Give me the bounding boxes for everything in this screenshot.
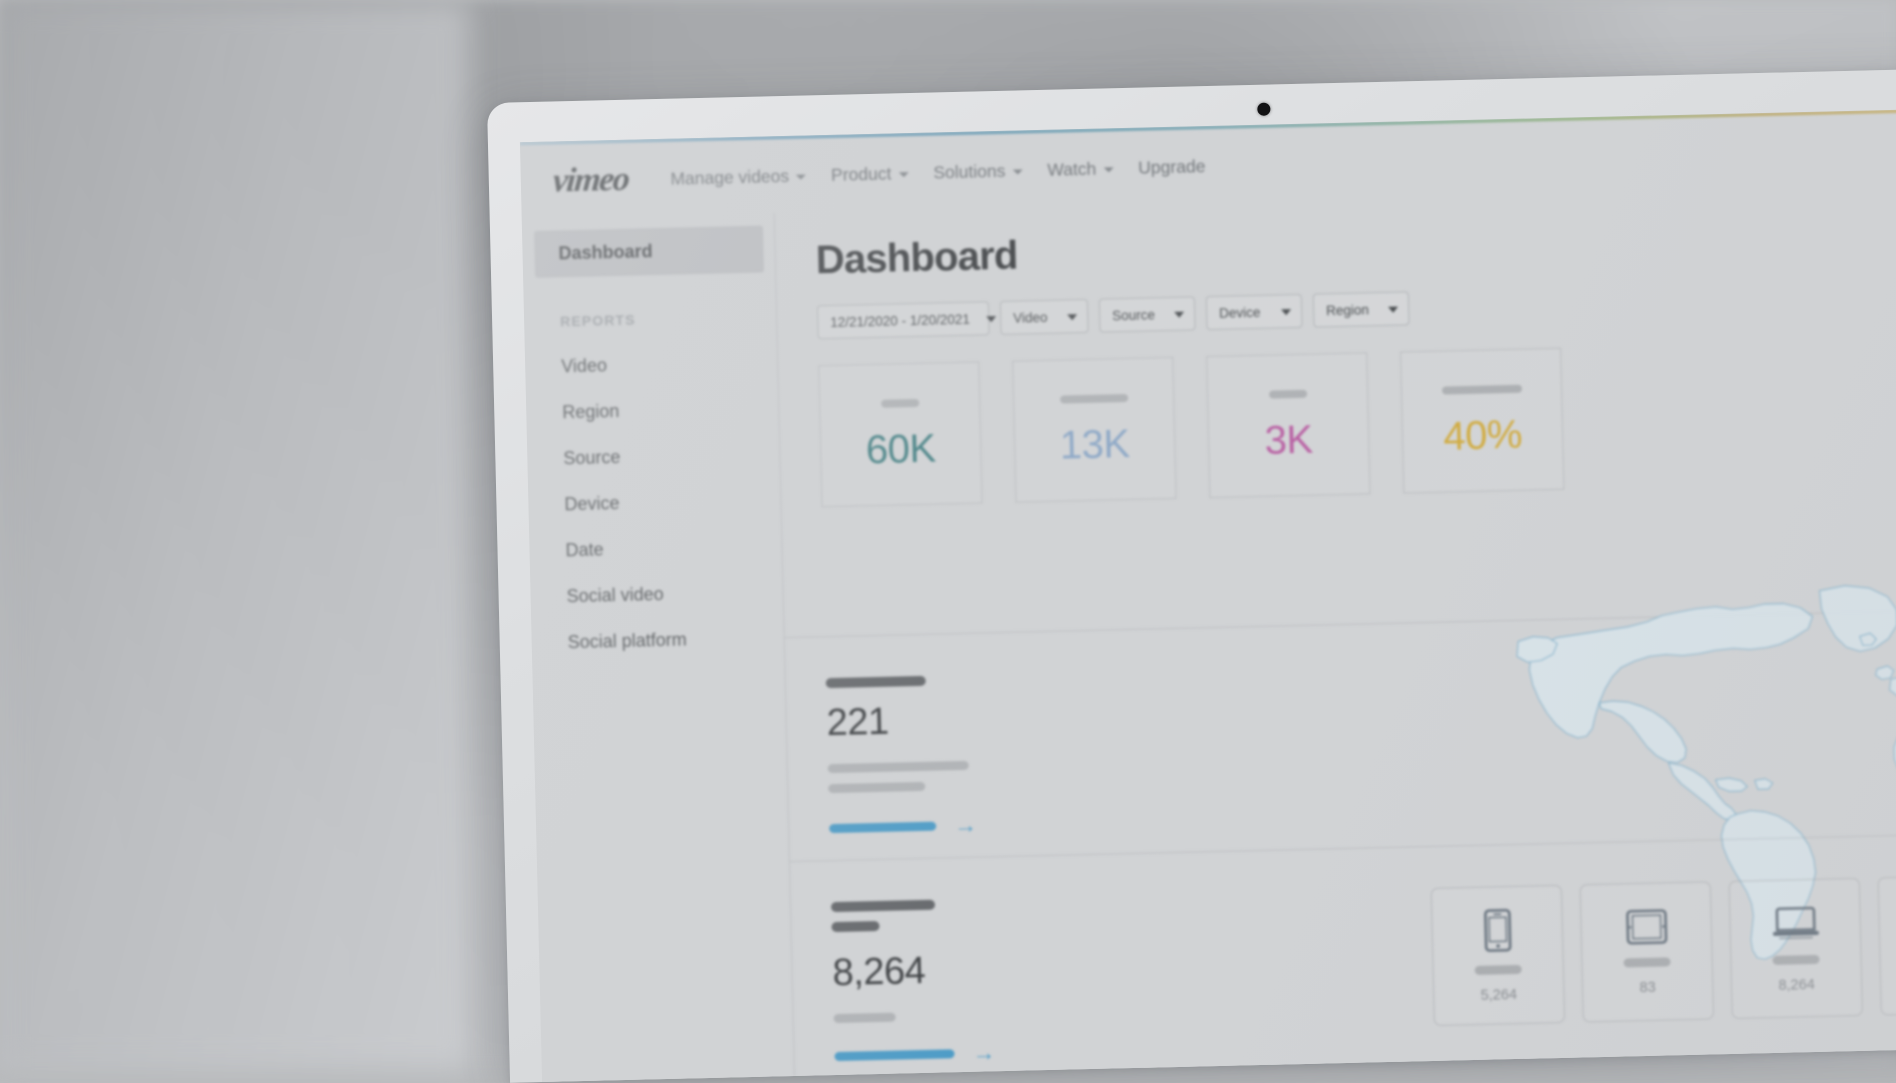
mobile-phone-icon bbox=[1482, 908, 1513, 953]
sidebar-item-dashboard[interactable]: Dashboard bbox=[534, 226, 764, 278]
sidebar-item-label: Social platform bbox=[567, 629, 687, 653]
arrow-right-icon[interactable]: → bbox=[972, 1041, 996, 1065]
nav-item-watch[interactable]: Watch bbox=[1047, 158, 1113, 181]
sidebar-item-video[interactable]: Video bbox=[561, 338, 779, 389]
kpi-card-plays[interactable]: 60K bbox=[818, 361, 982, 507]
device-value: 83 bbox=[1639, 979, 1656, 995]
kpi-value: 3K bbox=[1264, 420, 1313, 461]
nav-label: Solutions bbox=[933, 160, 1005, 183]
kpi-label-placeholder bbox=[1060, 394, 1128, 404]
impressions-section: 8,264 → bbox=[831, 894, 1165, 1068]
section-link-placeholder bbox=[834, 1049, 954, 1061]
chevron-down-icon bbox=[1103, 167, 1113, 172]
video-filter-value: Video bbox=[1013, 309, 1048, 325]
region-filter[interactable]: Region bbox=[1313, 291, 1410, 327]
device-filter-value: Device bbox=[1219, 304, 1261, 320]
laptop-icon bbox=[1770, 903, 1821, 942]
sidebar-section-heading: REPORTS bbox=[560, 308, 777, 329]
device-label-placeholder bbox=[1623, 957, 1670, 967]
kpi-card-impressions[interactable]: 13K bbox=[1012, 357, 1176, 503]
nav-label: Product bbox=[831, 163, 892, 185]
section-link-row[interactable]: → bbox=[829, 809, 1159, 840]
nav-label: Manage videos bbox=[670, 165, 789, 189]
sidebar-item-label: Region bbox=[562, 400, 620, 422]
kpi-label-placeholder bbox=[1441, 385, 1521, 395]
kpi-card-finishes[interactable]: 3K bbox=[1206, 352, 1370, 498]
section-sub-placeholder bbox=[834, 1013, 896, 1023]
plays-section: 221 → bbox=[826, 670, 1160, 840]
chevron-down-icon bbox=[796, 175, 806, 180]
sidebar-item-device[interactable]: Device bbox=[564, 476, 782, 527]
sidebar-item-label: Device bbox=[564, 492, 620, 514]
source-filter[interactable]: Source bbox=[1099, 296, 1196, 332]
laptop-device: vimeo Manage videos Product Solutions bbox=[487, 68, 1896, 1082]
chevron-down-icon bbox=[986, 316, 996, 322]
nav-item-solutions[interactable]: Solutions bbox=[933, 160, 1022, 183]
sidebar-item-source[interactable]: Source bbox=[563, 430, 781, 481]
section-link-row[interactable]: → bbox=[834, 1037, 1164, 1068]
date-range-filter[interactable]: 12/21/2020 - 1/20/2021 bbox=[817, 301, 990, 339]
chevron-down-icon bbox=[1281, 309, 1291, 315]
date-range-value: 12/21/2020 - 1/20/2021 bbox=[830, 311, 970, 329]
chevron-down-icon bbox=[898, 172, 908, 177]
sidebar-item-region[interactable]: Region bbox=[562, 384, 780, 435]
laptop-screen: vimeo Manage videos Product Solutions bbox=[520, 108, 1896, 1082]
kpi-label-placeholder bbox=[1268, 390, 1306, 399]
section-title-placeholder bbox=[831, 900, 935, 912]
sidebar-item-label: Date bbox=[565, 539, 604, 561]
device-card-tablet[interactable]: 83 bbox=[1580, 881, 1714, 1022]
kpi-value: 40% bbox=[1443, 415, 1522, 457]
arrow-right-icon[interactable]: → bbox=[954, 814, 978, 838]
source-filter-value: Source bbox=[1112, 307, 1155, 323]
section-sub-placeholder bbox=[828, 761, 969, 773]
sidebar-report-list: Video Region Source Device Date Social v… bbox=[525, 338, 786, 666]
main-navigation: Manage videos Product Solutions Watch bbox=[670, 156, 1205, 190]
sidebar-item-label: Source bbox=[563, 446, 621, 468]
device-value: 8,264 bbox=[1778, 976, 1815, 993]
sidebar-item-label: Dashboard bbox=[558, 241, 652, 264]
region-filter-value: Region bbox=[1326, 302, 1369, 318]
video-filter[interactable]: Video bbox=[1000, 299, 1089, 335]
nav-item-product[interactable]: Product bbox=[831, 163, 909, 186]
kpi-value: 60K bbox=[865, 429, 936, 471]
sidebar-item-label: Social video bbox=[566, 583, 664, 606]
device-label-placeholder bbox=[1772, 954, 1819, 964]
kpi-card-engagement[interactable]: 40% bbox=[1400, 348, 1564, 494]
filter-bar: 12/21/2020 - 1/20/2021 Video Source bbox=[817, 278, 1896, 339]
section-link-placeholder bbox=[829, 822, 936, 834]
chevron-down-icon bbox=[1012, 169, 1022, 174]
tablet-icon bbox=[1624, 908, 1669, 945]
chevron-down-icon bbox=[1174, 312, 1184, 318]
vimeo-logo[interactable]: vimeo bbox=[551, 161, 630, 201]
device-value: 5,264 bbox=[1480, 986, 1517, 1003]
nav-label: Watch bbox=[1047, 158, 1096, 180]
chevron-down-icon bbox=[1388, 307, 1398, 313]
device-card-mobile[interactable]: 5,264 bbox=[1431, 885, 1565, 1026]
sidebar: Dashboard REPORTS Video Region Source De… bbox=[522, 213, 795, 1082]
device-label-placeholder bbox=[1475, 964, 1522, 974]
section-value: 8,264 bbox=[832, 946, 1163, 992]
sidebar-item-date[interactable]: Date bbox=[565, 522, 783, 573]
device-filter[interactable]: Device bbox=[1206, 294, 1303, 330]
sidebar-item-social-platform[interactable]: Social platform bbox=[567, 614, 785, 665]
chevron-down-icon bbox=[1067, 314, 1077, 320]
blurred-background-left bbox=[0, 0, 470, 1068]
device-card-laptop[interactable]: 8,264 bbox=[1729, 878, 1863, 1019]
kpi-card-row: 60K 13K 3K 40% bbox=[818, 338, 1896, 507]
section-title-placeholder bbox=[826, 676, 926, 688]
section-value: 221 bbox=[826, 696, 1157, 742]
page-title: Dashboard bbox=[815, 211, 1896, 283]
kpi-label-placeholder bbox=[881, 399, 919, 408]
main-content: Dashboard 12/21/2020 - 1/20/2021 Video S… bbox=[775, 185, 1896, 1076]
sidebar-item-label: Video bbox=[561, 355, 607, 377]
kpi-value: 13K bbox=[1059, 424, 1130, 466]
device-card-row: 5,264 83 bbox=[1431, 874, 1896, 1026]
section-title-placeholder bbox=[831, 921, 879, 932]
sidebar-item-social-video[interactable]: Social video bbox=[566, 568, 784, 619]
section-sub-placeholder bbox=[828, 782, 925, 793]
nav-item-manage-videos[interactable]: Manage videos bbox=[670, 165, 806, 189]
device-card-desktop[interactable] bbox=[1878, 874, 1896, 1015]
nav-label: Upgrade bbox=[1138, 156, 1206, 179]
nav-item-upgrade[interactable]: Upgrade bbox=[1138, 156, 1206, 179]
